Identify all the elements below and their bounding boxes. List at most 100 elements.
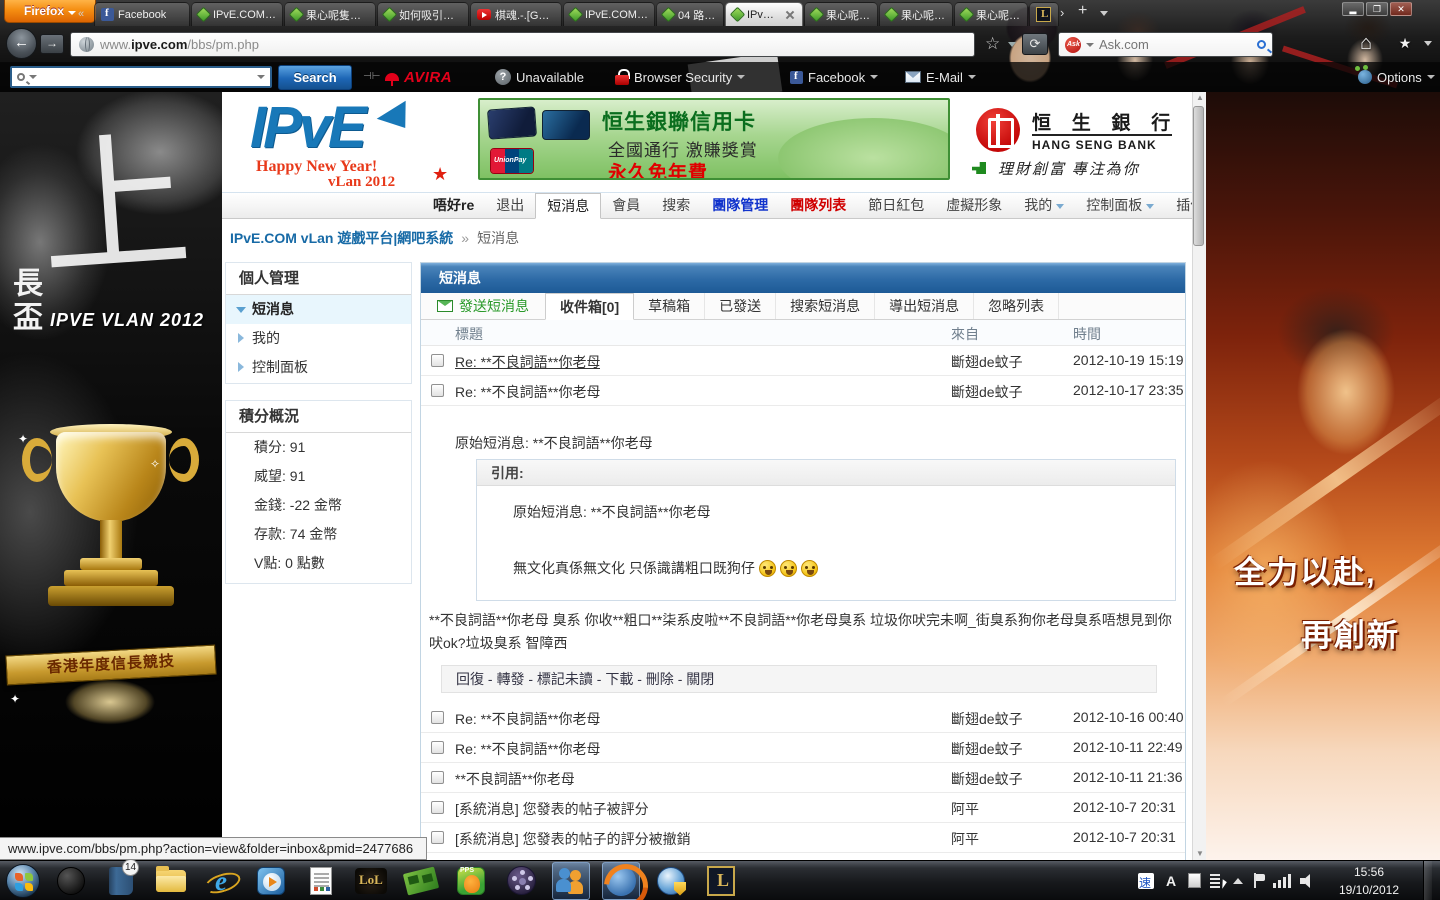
action-reply[interactable]: 回復: [456, 671, 484, 687]
nav-avatar[interactable]: 虛擬形象: [935, 193, 1013, 218]
tab-ipve[interactable]: IPvE.COM ...: [191, 2, 283, 26]
volume-icon[interactable]: [1300, 874, 1317, 888]
row-checkbox[interactable]: [431, 711, 444, 724]
tab-scroll-right-icon[interactable]: ›: [1060, 6, 1064, 20]
forward-button[interactable]: [40, 34, 64, 54]
taskbar-security-app[interactable]: [652, 862, 690, 900]
tab-forum-thread[interactable]: 如何吸引別...: [377, 2, 469, 26]
tab-drafts[interactable]: 草稿箱: [634, 293, 705, 319]
search-options-dropdown-icon[interactable]: [29, 75, 37, 79]
search-bar[interactable]: [1058, 32, 1273, 57]
ime-box-icon[interactable]: [1188, 873, 1201, 888]
message-title-link[interactable]: **不良詞語**你老母: [455, 769, 575, 789]
toolbar-search-button[interactable]: Search: [278, 65, 352, 90]
compose-pm-link[interactable]: 發送短消息: [421, 293, 545, 319]
message-title-link[interactable]: Re: **不良詞語**你老母: [455, 739, 600, 759]
nav-red-packet[interactable]: 節日紅包: [857, 193, 935, 218]
tab-forum-thread[interactable]: 果心呢隻契...: [804, 2, 878, 26]
breadcrumb-site-link[interactable]: IPvE.COM vLan 遊戲平台|網吧系統: [230, 228, 453, 248]
taskbar-notepad[interactable]: [302, 862, 340, 900]
tab-export-pm[interactable]: 導出短消息: [875, 293, 974, 319]
avira-toolbar-item[interactable]: AVIRA: [385, 62, 452, 92]
message-title-link[interactable]: Re: **不良詞語**你老母: [455, 382, 600, 402]
tab-forum-thread[interactable]: 果心呢隻契...: [954, 2, 1028, 26]
tab-ignore-list[interactable]: 忽略列表: [974, 293, 1059, 319]
tab-youtube[interactable]: 棋魂.-.[Get...: [470, 2, 562, 26]
message-title-link[interactable]: [系統消息] 您發表的帖子被評分: [455, 799, 649, 819]
home-button[interactable]: ⌂: [1352, 30, 1380, 56]
taskbar-movie-app[interactable]: [502, 862, 540, 900]
tab-inbox[interactable]: 收件箱[0]: [545, 293, 634, 320]
row-checkbox[interactable]: [431, 354, 444, 367]
close-tab-icon[interactable]: [784, 9, 796, 21]
banner-ad[interactable]: 恒生銀聯信用卡 全國通行 激賺獎賞 永久免年費: [478, 98, 950, 180]
taskbar-contacts-app[interactable]: [552, 862, 590, 900]
bookmark-dropdown-icon[interactable]: [1008, 42, 1016, 47]
tab-ipve[interactable]: IPvE.COM ...: [563, 2, 655, 26]
back-button[interactable]: [6, 28, 37, 59]
row-checkbox[interactable]: [431, 831, 444, 844]
tab-active-ipve-pm[interactable]: IPvE.CO...: [725, 2, 803, 26]
scroll-down-icon[interactable]: ▼: [1195, 849, 1205, 859]
site-identity-globe-icon[interactable]: [79, 37, 94, 52]
hidden-icons-arrow[interactable]: [1233, 878, 1243, 884]
message-title-link[interactable]: Re: **不良詞語**你老母: [455, 352, 600, 372]
tab-sent[interactable]: 已發送: [705, 293, 776, 319]
row-checkbox[interactable]: [431, 801, 444, 814]
tab-search-pm[interactable]: 搜索短消息: [776, 293, 875, 319]
dropdown-arrow-icon[interactable]: [1427, 75, 1435, 79]
message-title-link[interactable]: Re: **不良詞語**你老母: [455, 709, 600, 729]
sidebar-item-mine[interactable]: 我的: [226, 324, 411, 353]
taskbar-league-client[interactable]: [702, 862, 740, 900]
tab-scroll-left-icon[interactable]: «: [78, 8, 88, 20]
tab-facebook[interactable]: Facebook: [94, 2, 190, 26]
search-history-dropdown-icon[interactable]: [257, 75, 265, 79]
taskbar-graphics-tool[interactable]: [402, 862, 440, 900]
status-unavailable-item[interactable]: ? Unavailable: [495, 62, 584, 92]
url-bar[interactable]: www.ipve.com/bbs/pm.php: [70, 32, 975, 57]
dropdown-arrow-icon[interactable]: [870, 75, 878, 79]
nav-members[interactable]: 會員: [601, 193, 651, 218]
action-forward[interactable]: 轉發: [496, 671, 524, 687]
nav-username[interactable]: 唔好re: [422, 193, 485, 218]
sidebar-item-control-panel[interactable]: 控制面板: [226, 353, 411, 382]
dropdown-arrow-icon[interactable]: [968, 75, 976, 79]
action-center-flag-icon[interactable]: [1252, 873, 1264, 888]
ime-speed-icon[interactable]: [1138, 873, 1154, 889]
action-delete[interactable]: 刪除: [646, 671, 674, 687]
taskbar-dark-app[interactable]: [52, 862, 90, 900]
taskbar-lol-launcher[interactable]: [352, 862, 390, 900]
nav-plugins[interactable]: 插件: [1165, 193, 1192, 218]
web-search-input[interactable]: [1099, 37, 1252, 52]
taskbar-calendar-book[interactable]: 14: [102, 862, 140, 900]
scrollbar-thumb[interactable]: [1193, 106, 1204, 246]
ime-letter-icon[interactable]: A: [1163, 873, 1179, 889]
options-toolbar-item[interactable]: Options: [1358, 62, 1435, 92]
start-orb[interactable]: [6, 864, 40, 898]
taskbar-internet-explorer[interactable]: [202, 862, 240, 900]
new-tab-button[interactable]: +: [1078, 4, 1087, 18]
close-button[interactable]: ✕: [1390, 2, 1412, 16]
reload-button[interactable]: ⟳: [1022, 33, 1048, 55]
row-checkbox[interactable]: [431, 741, 444, 754]
action-close[interactable]: 關閉: [686, 671, 714, 687]
nav-logout[interactable]: 退出: [485, 193, 535, 218]
action-download[interactable]: 下載: [605, 671, 633, 687]
taskbar-media-player[interactable]: [252, 862, 290, 900]
row-checkbox[interactable]: [431, 771, 444, 784]
ime-doc-icon[interactable]: [1210, 873, 1224, 888]
toolbar-search-box[interactable]: [10, 66, 272, 88]
email-toolbar-item[interactable]: E-Mail: [905, 62, 976, 92]
bookmarks-dropdown-icon[interactable]: [1424, 41, 1432, 46]
show-desktop-button[interactable]: [1423, 861, 1432, 900]
bookmarks-menu-button[interactable]: ★: [1388, 31, 1422, 55]
network-signal-icon[interactable]: [1273, 874, 1291, 888]
row-checkbox[interactable]: [431, 384, 444, 397]
nav-search[interactable]: 搜索: [651, 193, 701, 218]
engine-dropdown-icon[interactable]: [1086, 43, 1094, 47]
message-title-link[interactable]: [系統消息] 您發表的帖子的評分被撤銷: [455, 829, 691, 849]
taskbar-firefox[interactable]: [602, 862, 640, 900]
sidebar-item-pm[interactable]: 短消息: [226, 295, 411, 324]
nav-mine[interactable]: 我的: [1013, 193, 1075, 218]
scroll-up-icon[interactable]: ▲: [1195, 93, 1205, 103]
